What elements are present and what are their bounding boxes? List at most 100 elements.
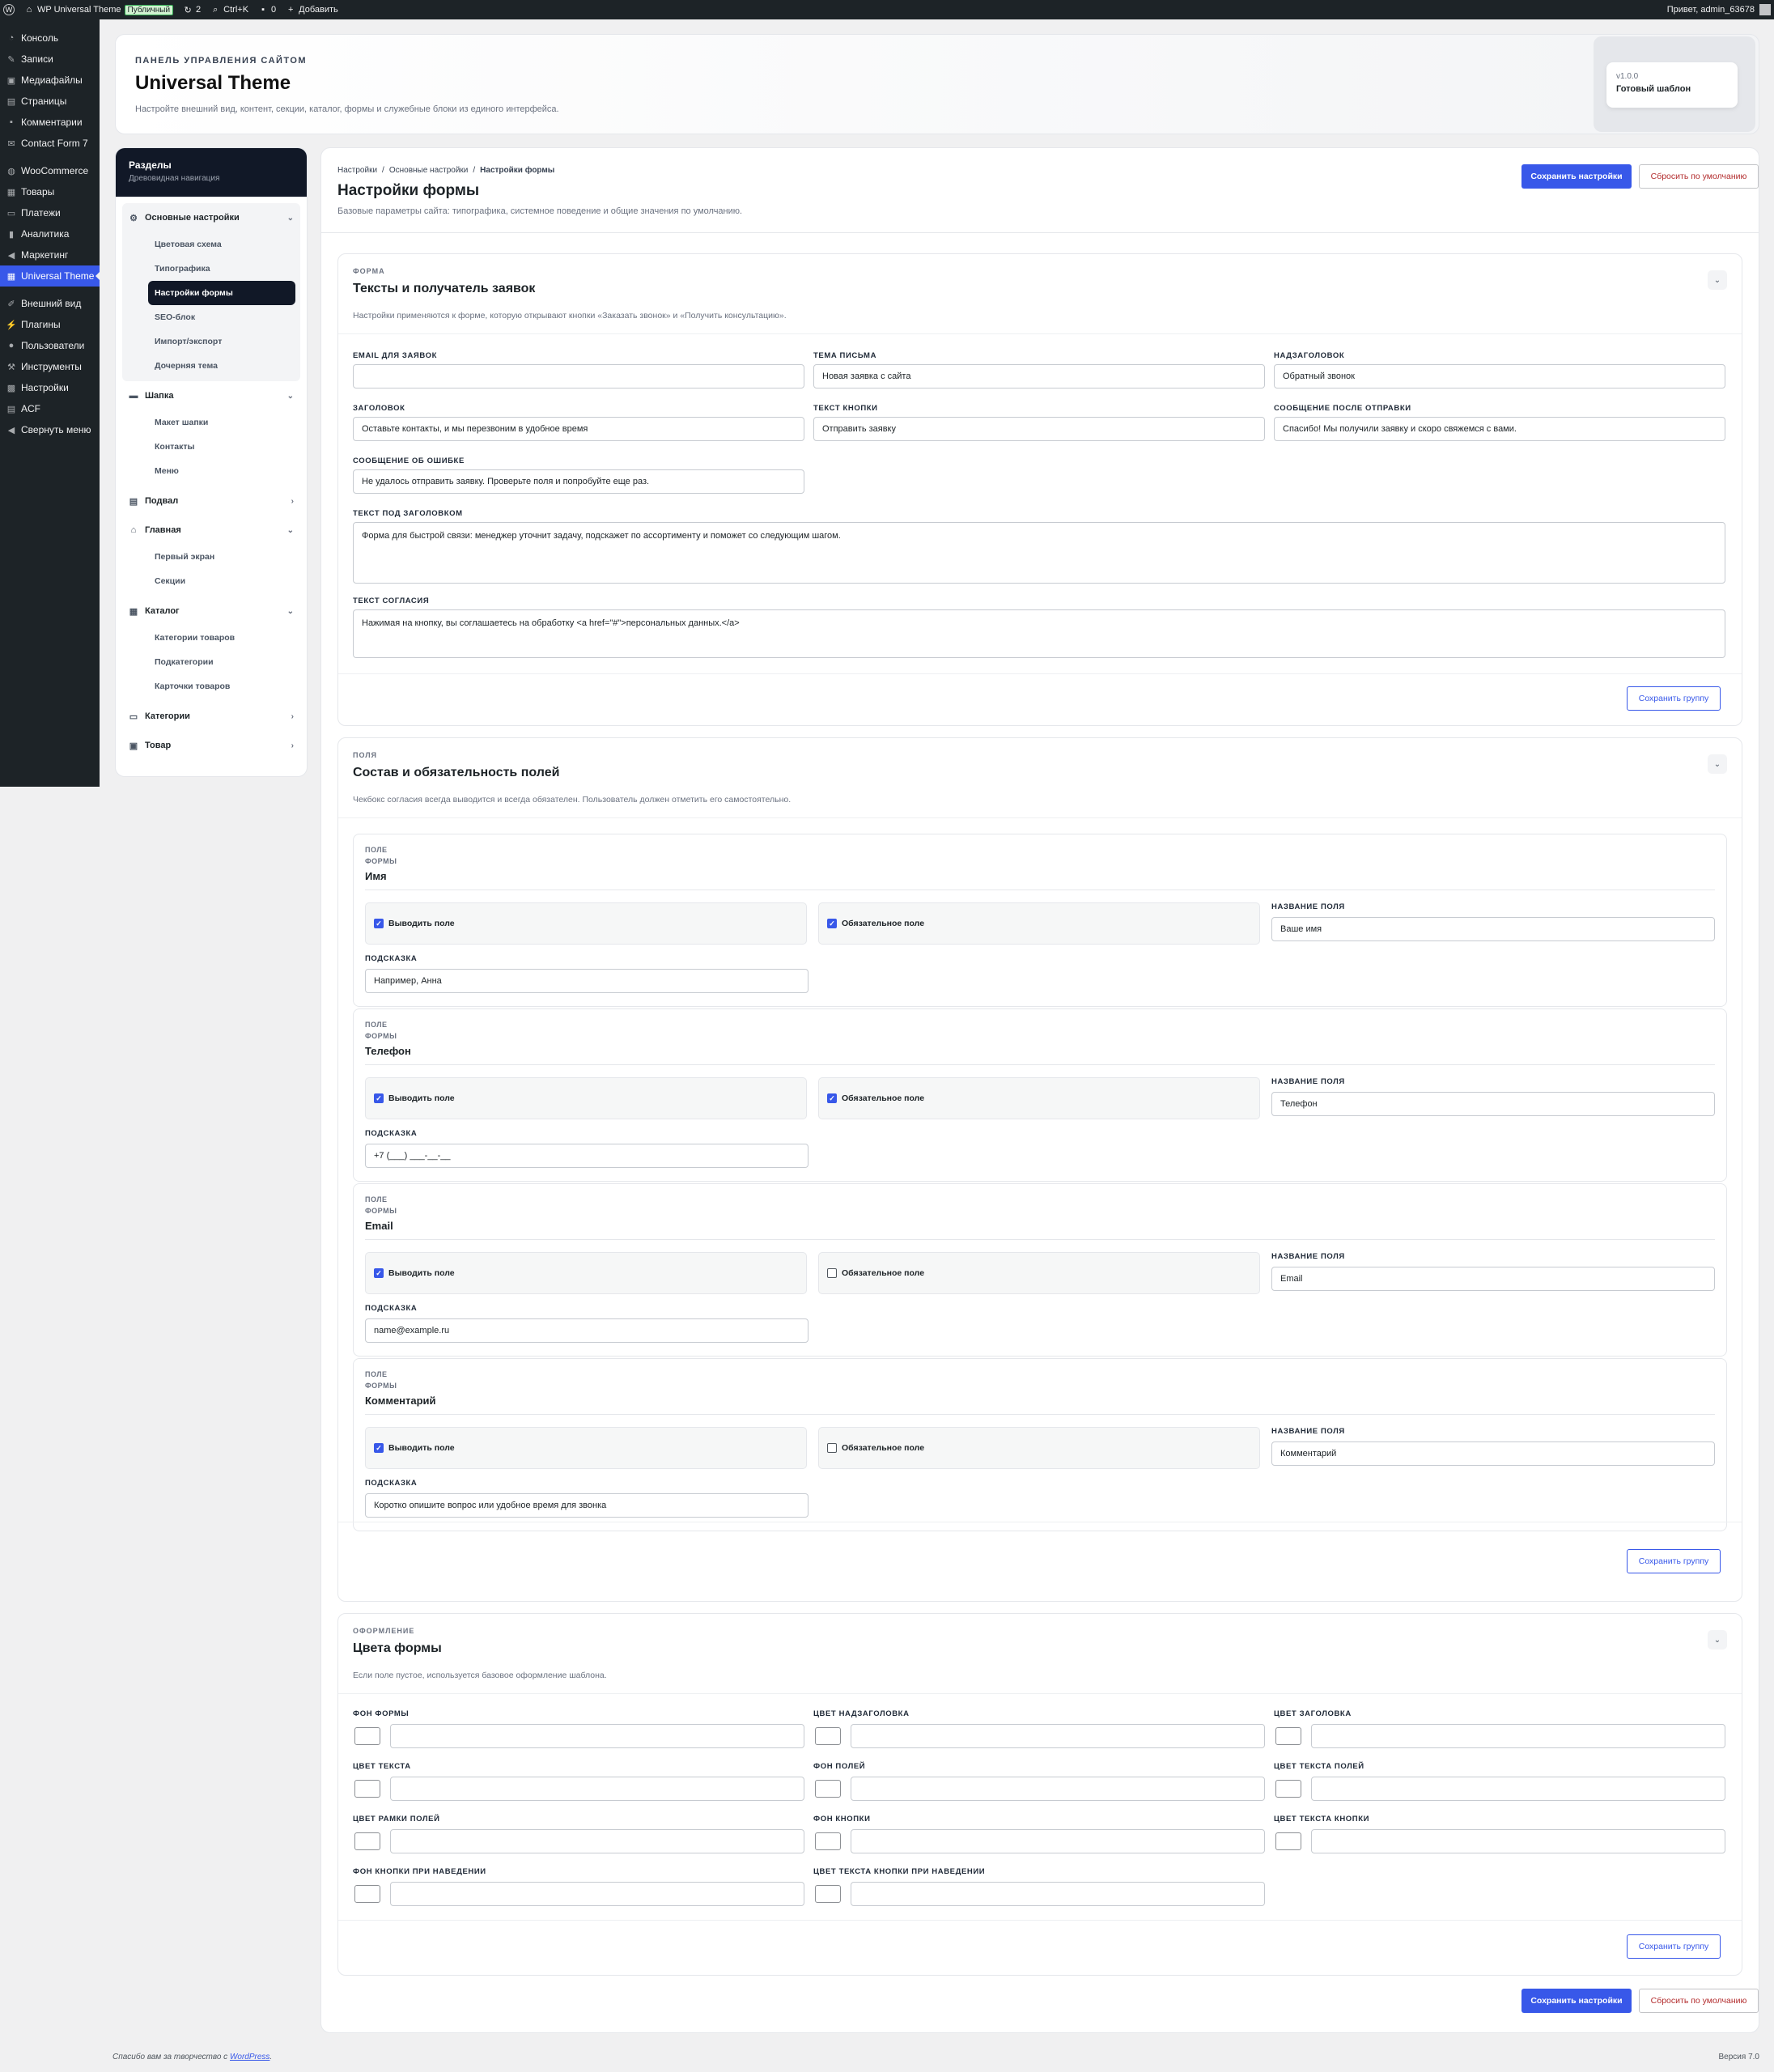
color-swatch[interactable] — [815, 1885, 841, 1903]
add-new-link[interactable]: + Добавить — [286, 5, 338, 15]
field-name-input[interactable]: Телефон — [1271, 1092, 1715, 1116]
reset-defaults-button[interactable]: Сбросить по умолчанию — [1639, 164, 1759, 189]
color-input[interactable] — [851, 1882, 1265, 1906]
color-input[interactable] — [1311, 1829, 1725, 1853]
admin-menu-item[interactable]: ◍ WooCommerce — [0, 160, 100, 181]
error-message-field[interactable]: Не удалось отправить заявку. Проверьте п… — [353, 469, 804, 494]
show-field-checkbox[interactable]: ✓ Выводить поле — [365, 1252, 807, 1294]
color-swatch[interactable] — [1275, 1727, 1301, 1745]
admin-menu-item[interactable]: ▩ Настройки — [0, 377, 100, 398]
admin-menu-item[interactable]: ▪ Комментарии — [0, 112, 100, 133]
color-swatch[interactable] — [1275, 1780, 1301, 1798]
sidebar-item[interactable]: Первый экран — [122, 545, 300, 569]
collapse-toggle[interactable]: ⌄ — [1708, 754, 1727, 774]
color-input[interactable] — [851, 1777, 1265, 1801]
admin-menu-item[interactable]: ⚒ Инструменты — [0, 356, 100, 377]
show-field-checkbox[interactable]: ✓ Выводить поле — [365, 1427, 807, 1469]
color-input[interactable] — [851, 1724, 1265, 1748]
admin-menu-item[interactable]: ▦ Universal Theme — [0, 265, 100, 287]
sidebar-group[interactable]: ▬ Шапка ⌄ — [122, 381, 300, 410]
sidebar-item[interactable]: SEO-блок — [122, 305, 300, 329]
show-field-checkbox[interactable]: ✓ Выводить поле — [365, 1077, 807, 1119]
admin-menu-item[interactable]: ▭ Платежи — [0, 202, 100, 223]
color-input[interactable] — [390, 1724, 804, 1748]
color-input[interactable] — [390, 1777, 804, 1801]
breadcrumb-item[interactable]: Настройки — [337, 166, 377, 175]
collapse-toggle[interactable]: ⌄ — [1708, 1630, 1727, 1650]
color-input[interactable] — [851, 1829, 1265, 1853]
admin-menu-item[interactable]: ◀ Свернуть меню — [0, 419, 100, 440]
color-swatch[interactable] — [1275, 1832, 1301, 1850]
success-message-field[interactable]: Спасибо! Мы получили заявку и скоро свяж… — [1274, 417, 1725, 441]
admin-menu-item[interactable]: ▤ Страницы — [0, 91, 100, 112]
color-swatch[interactable] — [354, 1832, 380, 1850]
save-group-button[interactable]: Сохранить группу — [1627, 686, 1721, 711]
color-swatch[interactable] — [354, 1727, 380, 1745]
color-swatch[interactable] — [354, 1885, 380, 1903]
admin-menu-item[interactable]: ● Пользователи — [0, 335, 100, 356]
color-swatch[interactable] — [354, 1780, 380, 1798]
sidebar-item[interactable]: Меню — [122, 459, 300, 483]
email-field[interactable] — [353, 364, 804, 388]
sidebar-item[interactable]: Настройки формы — [148, 281, 295, 305]
color-swatch[interactable] — [815, 1780, 841, 1798]
wordpress-link[interactable]: WordPress — [230, 2053, 269, 2061]
save-settings-button-bottom[interactable]: Сохранить настройки — [1521, 1989, 1632, 2013]
sidebar-item[interactable]: Типографика — [122, 257, 300, 281]
sidebar-group[interactable]: ▤ Подвал › — [122, 486, 300, 516]
command-search[interactable]: ⌕ Ctrl+K — [210, 5, 248, 15]
color-input[interactable] — [1311, 1777, 1725, 1801]
field-hint-input[interactable]: Например, Анна — [365, 969, 808, 993]
site-name-link[interactable]: ⌂ WP Universal Theme Публичный — [24, 4, 174, 15]
heading-field[interactable]: Оставьте контакты, и мы перезвоним в удо… — [353, 417, 804, 441]
show-field-checkbox[interactable]: ✓ Выводить поле — [365, 902, 807, 945]
subtitle-textarea[interactable]: Форма для быстрой связи: менеджер уточни… — [353, 522, 1725, 584]
wordpress-logo-icon[interactable]: W — [3, 4, 15, 15]
admin-menu-item[interactable]: ▮ Аналитика — [0, 223, 100, 244]
sidebar-item[interactable]: Подкатегории — [122, 650, 300, 674]
sidebar-item[interactable]: Контакты — [122, 435, 300, 459]
collapse-toggle[interactable]: ⌄ — [1708, 270, 1727, 290]
sidebar-item[interactable]: Цветовая схема — [122, 232, 300, 257]
field-hint-input[interactable]: +7 (___) ___-__-__ — [365, 1144, 808, 1168]
sidebar-item[interactable]: Макет шапки — [122, 410, 300, 435]
sidebar-item[interactable]: Карточки товаров — [122, 674, 300, 698]
sidebar-group[interactable]: ▣ Товар › — [122, 731, 300, 760]
reset-defaults-button-bottom[interactable]: Сбросить по умолчанию — [1639, 1989, 1759, 2013]
sidebar-group[interactable]: ▭ Категории › — [122, 702, 300, 731]
overtitle-field[interactable]: Обратный звонок — [1274, 364, 1725, 388]
admin-menu-item[interactable]: ◔ Консоль — [0, 28, 100, 49]
required-field-checkbox[interactable]: Обязательное поле — [818, 1427, 1260, 1469]
field-name-input[interactable]: Комментарий — [1271, 1441, 1715, 1466]
admin-menu-item[interactable]: ✎ Записи — [0, 49, 100, 70]
save-settings-button[interactable]: Сохранить настройки — [1521, 164, 1632, 189]
sidebar-item[interactable]: Дочерняя тема — [122, 354, 300, 378]
field-name-input[interactable]: Email — [1271, 1267, 1715, 1291]
color-input[interactable] — [390, 1882, 804, 1906]
field-name-input[interactable]: Ваше имя — [1271, 917, 1715, 941]
sidebar-item[interactable]: Секции — [122, 569, 300, 593]
color-input[interactable] — [390, 1829, 804, 1853]
admin-menu-item[interactable]: ▣ Медиафайлы — [0, 70, 100, 91]
color-input[interactable] — [1311, 1724, 1725, 1748]
account-menu[interactable]: Привет, admin_63678 — [1667, 4, 1771, 15]
consent-textarea[interactable]: Нажимая на кнопку, вы соглашаетесь на об… — [353, 609, 1725, 658]
button-text-field[interactable]: Отправить заявку — [813, 417, 1265, 441]
admin-menu-item[interactable]: ◀ Маркетинг — [0, 244, 100, 265]
required-field-checkbox[interactable]: Обязательное поле — [818, 1252, 1260, 1294]
sidebar-item[interactable]: Категории товаров — [122, 626, 300, 650]
admin-menu-item[interactable]: ✐ Внешний вид — [0, 293, 100, 314]
subject-field[interactable]: Новая заявка с сайта — [813, 364, 1265, 388]
field-hint-input[interactable]: Коротко опишите вопрос или удобное время… — [365, 1493, 808, 1518]
color-swatch[interactable] — [815, 1832, 841, 1850]
save-group-button[interactable]: Сохранить группу — [1627, 1549, 1721, 1573]
admin-menu-item[interactable]: ▦ Товары — [0, 181, 100, 202]
sidebar-group[interactable]: ⚙ Основные настройки ⌄ — [122, 203, 300, 232]
sidebar-group[interactable]: ▦ Каталог ⌄ — [122, 597, 300, 626]
required-field-checkbox[interactable]: ✓ Обязательное поле — [818, 1077, 1260, 1119]
admin-menu-item[interactable]: ▤ ACF — [0, 398, 100, 419]
comments-link[interactable]: ▪ 0 — [258, 5, 276, 15]
required-field-checkbox[interactable]: ✓ Обязательное поле — [818, 902, 1260, 945]
admin-menu-item[interactable]: ✉ Contact Form 7 — [0, 133, 100, 154]
sidebar-item[interactable]: Импорт/экспорт — [122, 329, 300, 354]
